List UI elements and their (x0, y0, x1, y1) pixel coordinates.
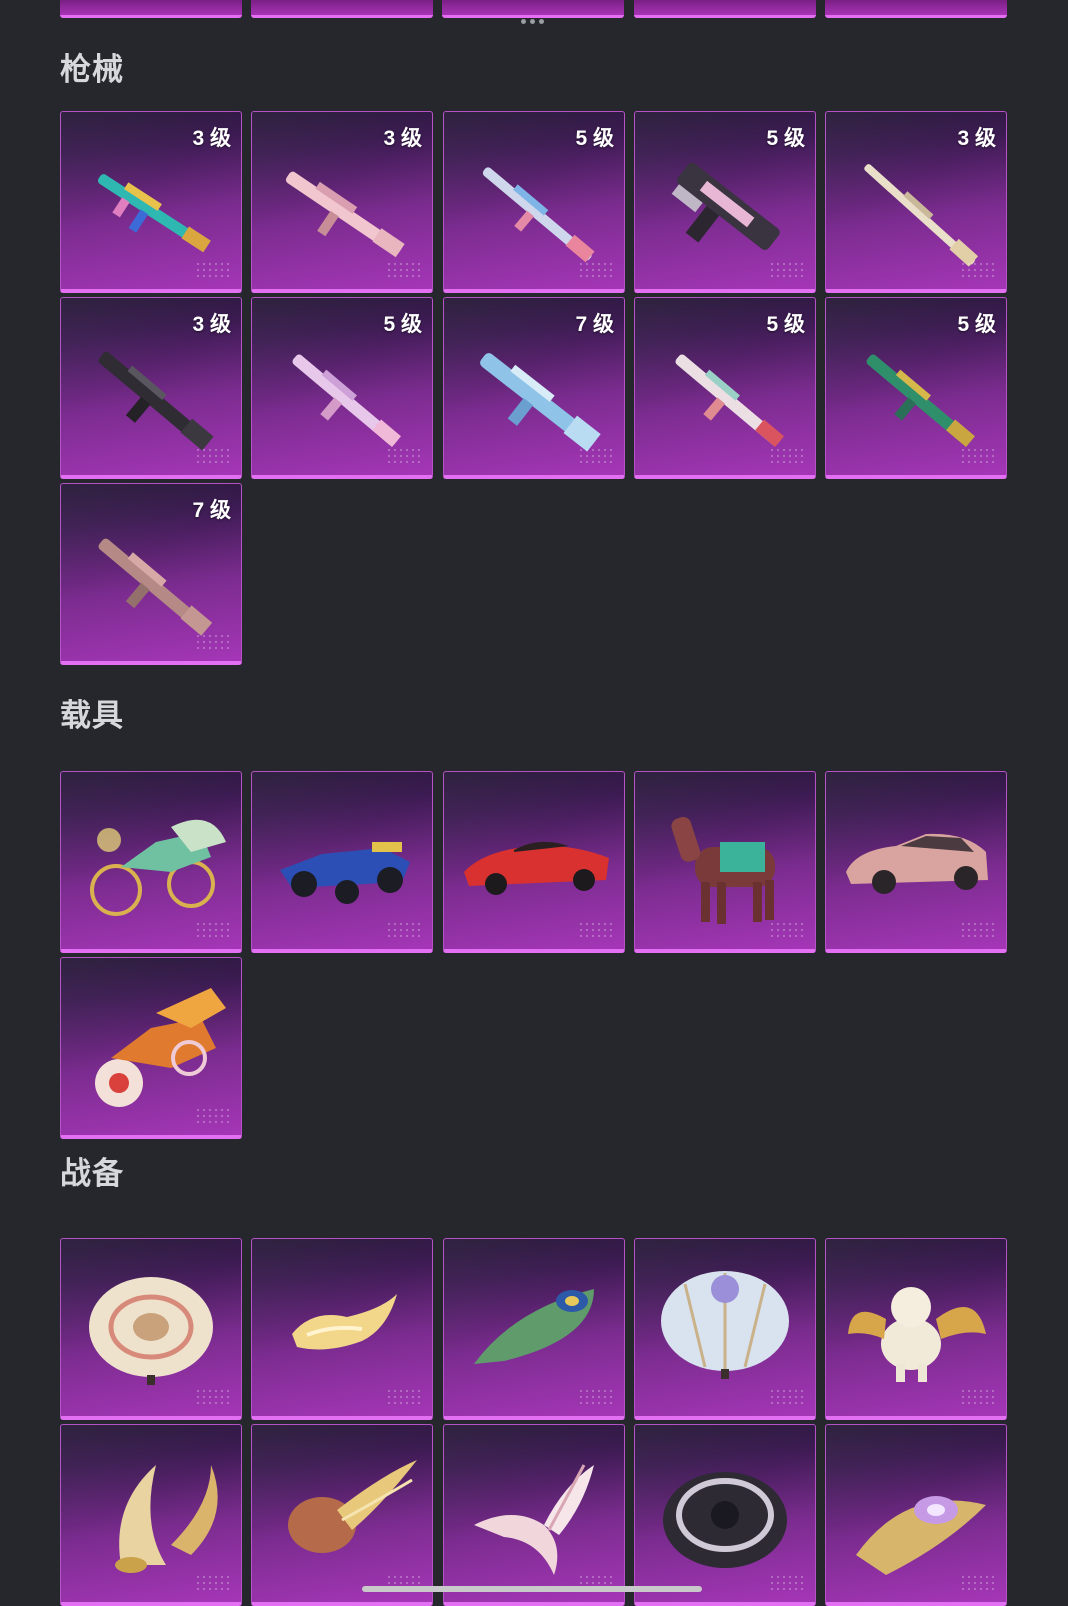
pet-dragon-icon (848, 1287, 986, 1382)
gear-card[interactable] (634, 1238, 816, 1420)
item-card[interactable] (634, 0, 816, 18)
motorbike-orange-icon (95, 988, 226, 1107)
glider-peacock-icon (474, 1289, 594, 1364)
glider-gold-icon (292, 1294, 397, 1350)
parachute-blue-icon (661, 1271, 789, 1379)
gun-card[interactable]: 5 级 (251, 297, 433, 479)
vehicle-card[interactable] (825, 771, 1007, 953)
gear-card[interactable] (60, 1238, 242, 1420)
gun-card[interactable]: 3 级 (825, 111, 1007, 293)
gun-card[interactable]: 7 级 (443, 297, 625, 479)
home-indicator[interactable] (362, 1586, 702, 1592)
section-title-gear: 战备 (60, 1156, 124, 1191)
parachute-cream-icon (89, 1277, 213, 1385)
motorbike-gold-icon (90, 819, 226, 916)
gear-card[interactable] (825, 1424, 1007, 1606)
gun-card[interactable]: 5 级 (443, 111, 625, 293)
level-badge: 7 级 (192, 499, 231, 522)
level-badge: 5 级 (766, 313, 805, 336)
level-badge: 5 级 (766, 127, 805, 150)
gun-card[interactable]: 7 级 (60, 483, 242, 665)
more-dots-icon (521, 19, 544, 24)
level-badge: 7 级 (575, 313, 614, 336)
glider-wing-gold-icon (115, 1465, 218, 1573)
gun-card[interactable]: 5 级 (825, 297, 1007, 479)
glider-purple-icon (856, 1496, 986, 1575)
gear-card[interactable] (251, 1238, 433, 1420)
vehicle-card[interactable] (634, 771, 816, 953)
section-title-vehicles: 载具 (60, 698, 124, 733)
glider-comet-icon (288, 1460, 417, 1553)
horse-mount-icon (671, 816, 775, 924)
parachute-black-icon (663, 1472, 787, 1568)
level-badge: 3 级 (192, 313, 231, 336)
vehicle-card[interactable] (251, 771, 433, 953)
gear-card[interactable] (825, 1238, 1007, 1420)
race-car-blue-icon (280, 842, 410, 904)
item-card[interactable] (60, 0, 242, 18)
gun-card[interactable]: 3 级 (60, 297, 242, 479)
level-badge: 3 级 (957, 127, 996, 150)
level-badge: 3 级 (192, 127, 231, 150)
gun-card[interactable]: 3 级 (60, 111, 242, 293)
sedan-pink-icon (846, 833, 988, 894)
item-card[interactable] (442, 0, 624, 18)
sports-car-red-icon (464, 841, 609, 895)
level-badge: 3 级 (383, 127, 422, 150)
level-badge: 5 级 (957, 313, 996, 336)
gun-card[interactable]: 5 级 (634, 111, 816, 293)
gear-card[interactable] (60, 1424, 242, 1606)
level-badge: 5 级 (575, 127, 614, 150)
glider-feather-icon (474, 1464, 594, 1575)
gear-card[interactable] (443, 1238, 625, 1420)
gear-card[interactable] (443, 1424, 625, 1606)
gear-card[interactable] (251, 1424, 433, 1606)
previous-section-row (0, 0, 1068, 18)
vehicle-card[interactable] (60, 957, 242, 1139)
item-card[interactable] (251, 0, 433, 18)
gun-card[interactable]: 5 级 (634, 297, 816, 479)
vehicle-card[interactable] (60, 771, 242, 953)
item-card[interactable] (825, 0, 1007, 18)
gear-card[interactable] (634, 1424, 816, 1606)
vehicle-card[interactable] (443, 771, 625, 953)
level-badge: 5 级 (383, 313, 422, 336)
gun-card[interactable]: 3 级 (251, 111, 433, 293)
section-title-guns: 枪械 (60, 52, 124, 87)
